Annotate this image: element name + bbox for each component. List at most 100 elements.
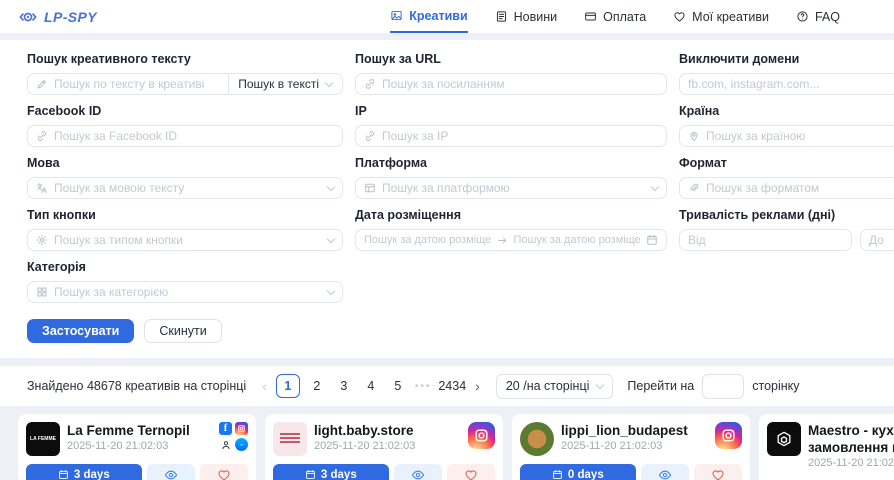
field-country: Країна bbox=[679, 104, 894, 147]
avatar[interactable]: LA FEMME bbox=[26, 422, 60, 456]
date-start-input[interactable] bbox=[364, 234, 491, 246]
favorite-button[interactable] bbox=[200, 464, 248, 480]
brand-name: LP-SPY bbox=[44, 9, 97, 25]
text-search-mode-select[interactable]: Пошук в тексті bbox=[228, 74, 334, 94]
pencil-icon bbox=[36, 78, 48, 90]
chevron-down-icon bbox=[327, 182, 335, 190]
goto-page: Перейти на сторінку bbox=[627, 374, 799, 399]
button-type-select[interactable] bbox=[27, 229, 343, 251]
card-title: замовлення в Ужгороді bbox=[808, 439, 894, 456]
prev-page-button[interactable]: ‹ bbox=[260, 378, 269, 394]
tab-label: Новини bbox=[514, 10, 558, 24]
creative-text-input[interactable] bbox=[54, 77, 222, 91]
chevron-down-icon bbox=[327, 286, 335, 294]
facebook-icon[interactable]: f bbox=[219, 422, 232, 435]
facebook-id-input[interactable] bbox=[54, 129, 334, 143]
field-ip: IP bbox=[355, 104, 667, 147]
page-button-2[interactable]: 2 bbox=[307, 374, 327, 398]
avatar[interactable] bbox=[767, 422, 801, 456]
avatar[interactable] bbox=[273, 422, 307, 456]
field-label: Мова bbox=[27, 156, 343, 171]
creative-card: lippi_lion_budapest 2025-11-20 21:02:03 … bbox=[512, 414, 750, 480]
instagram-icon[interactable] bbox=[715, 422, 742, 449]
url-input[interactable] bbox=[382, 77, 658, 91]
duration-from-input[interactable] bbox=[688, 233, 843, 247]
field-duration: Тривалість реклами (дні) bbox=[679, 208, 894, 251]
format-input[interactable] bbox=[706, 181, 894, 195]
creative-card: Maestro - кухні, меблі замовлення в Ужго… bbox=[759, 414, 894, 480]
days-active-button[interactable]: 3 days bbox=[273, 464, 389, 480]
page-button-1[interactable]: 1 bbox=[276, 374, 300, 398]
duration-to-input[interactable] bbox=[869, 233, 894, 247]
payment-icon bbox=[584, 10, 597, 23]
exclude-domains-input[interactable] bbox=[688, 77, 894, 91]
chevron-down-icon bbox=[651, 182, 659, 190]
picture-icon bbox=[390, 9, 403, 22]
field-label: Платформа bbox=[355, 156, 667, 171]
category-select[interactable] bbox=[27, 281, 343, 303]
ip-input[interactable] bbox=[382, 129, 658, 143]
goto-label: Перейти на bbox=[627, 379, 694, 393]
page-size-select[interactable]: 20 /на сторінці bbox=[496, 374, 614, 399]
tab-news[interactable]: Новини bbox=[495, 0, 558, 33]
tab-label: Оплата bbox=[603, 10, 646, 24]
tab-label: FAQ bbox=[815, 10, 840, 24]
field-label: Формат bbox=[679, 156, 894, 171]
button-type-input[interactable] bbox=[54, 233, 322, 247]
platform-grid-icon bbox=[364, 182, 376, 194]
instagram-icon[interactable] bbox=[468, 422, 495, 449]
page-button-5[interactable]: 5 bbox=[388, 374, 408, 398]
page-button-3[interactable]: 3 bbox=[334, 374, 354, 398]
field-facebook-id: Facebook ID bbox=[27, 104, 343, 147]
next-page-button[interactable]: › bbox=[473, 378, 482, 394]
brand-logo[interactable]: LP-SPY bbox=[18, 7, 97, 27]
messenger-icon[interactable] bbox=[235, 438, 248, 451]
page-button-4[interactable]: 4 bbox=[361, 374, 381, 398]
field-label: Категорія bbox=[27, 260, 343, 275]
field-button-type: Тип кнопки bbox=[27, 208, 343, 251]
language-select[interactable] bbox=[27, 177, 343, 199]
tab-creatives[interactable]: Креативи bbox=[390, 0, 467, 33]
field-label: Тривалість реклами (дні) bbox=[679, 208, 894, 223]
audience-network-icon[interactable] bbox=[219, 438, 232, 451]
view-button[interactable] bbox=[147, 464, 195, 480]
reset-button[interactable]: Скинути bbox=[144, 319, 221, 343]
pagination: ‹ 1 2 3 4 5 ••• 2434 › bbox=[260, 374, 482, 398]
tab-label: Мої креативи bbox=[692, 10, 769, 24]
date-end-input[interactable] bbox=[514, 234, 641, 246]
platform-select[interactable] bbox=[355, 177, 667, 199]
page-ellipsis[interactable]: ••• bbox=[415, 381, 432, 392]
field-label: Виключити домени bbox=[679, 52, 894, 67]
view-button[interactable] bbox=[641, 464, 689, 480]
language-input[interactable] bbox=[54, 181, 322, 195]
apply-button[interactable]: Застосувати bbox=[27, 319, 134, 343]
field-label: Тип кнопки bbox=[27, 208, 343, 223]
view-button[interactable] bbox=[394, 464, 442, 480]
days-active-button[interactable]: 3 days bbox=[26, 464, 142, 480]
card-date: 2025-11-20 21:02:03 bbox=[314, 440, 415, 452]
field-language: Мова bbox=[27, 156, 343, 199]
tab-payment[interactable]: Оплата bbox=[584, 0, 646, 33]
heart-icon bbox=[673, 10, 686, 23]
field-label: Пошук креативного тексту bbox=[27, 52, 343, 67]
arrow-right-icon bbox=[497, 235, 508, 246]
tab-faq[interactable]: FAQ bbox=[796, 0, 840, 33]
tab-my-creatives[interactable]: Мої креативи bbox=[673, 0, 769, 33]
platform-input[interactable] bbox=[382, 181, 646, 195]
favorite-button[interactable] bbox=[447, 464, 495, 480]
instagram-icon[interactable] bbox=[235, 422, 248, 435]
avatar[interactable] bbox=[520, 422, 554, 456]
days-active-button[interactable]: 0 days bbox=[520, 464, 636, 480]
category-input[interactable] bbox=[54, 285, 322, 299]
date-range-picker[interactable] bbox=[355, 229, 667, 251]
favorite-button[interactable] bbox=[694, 464, 742, 480]
news-icon bbox=[495, 10, 508, 23]
translate-icon bbox=[36, 182, 48, 194]
page-button-last[interactable]: 2434 bbox=[438, 374, 466, 398]
card-date: 2025-11-20 21:02:03 bbox=[67, 440, 190, 452]
field-label: Пошук за URL bbox=[355, 52, 667, 67]
field-category: Категорія bbox=[27, 260, 343, 303]
main-nav: Креативи Новини Оплата Мої креативи FAQ bbox=[390, 0, 840, 33]
goto-page-input[interactable] bbox=[702, 374, 744, 399]
country-input[interactable] bbox=[706, 129, 894, 143]
